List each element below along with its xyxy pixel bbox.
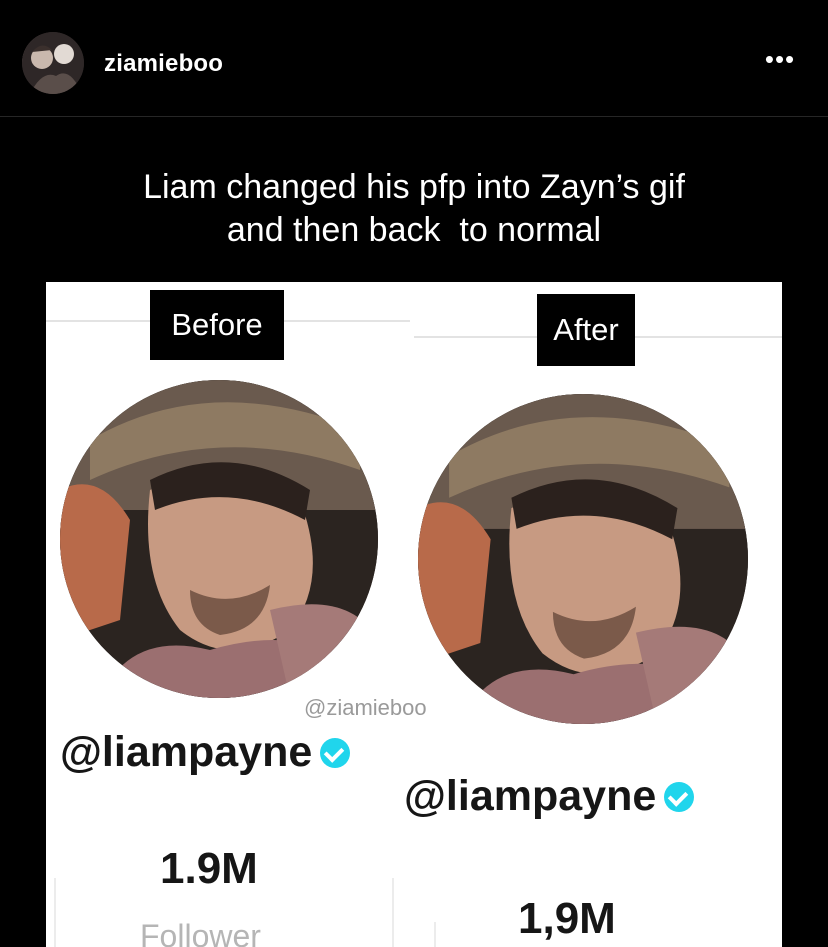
watermark: @ziamieboo — [304, 695, 427, 720]
more-horizontal-icon[interactable]: ••• — [760, 44, 800, 74]
before-follower-count: 1.9M — [160, 844, 258, 893]
portrait-photo — [60, 380, 378, 698]
before-handle: @liampayne — [60, 728, 313, 776]
avatar-photo — [22, 32, 84, 94]
after-profile-picture — [418, 394, 748, 724]
after-handle: @liampayne — [404, 772, 657, 820]
after-handle-row: @liampayne — [404, 772, 695, 821]
stat-divider-after — [434, 922, 436, 947]
post-caption: Liam changed his pfp into Zayn’s gif and… — [60, 166, 768, 252]
caption-line-1: Liam changed his pfp into Zayn’s gif — [143, 168, 685, 206]
post-username[interactable]: ziamieboo — [104, 50, 223, 78]
avatar[interactable] — [22, 32, 84, 94]
after-follower-count: 1,9M — [518, 894, 616, 943]
verified-badge-icon — [664, 781, 695, 812]
before-handle-row: @liampayne — [60, 728, 351, 777]
after-label: After — [537, 294, 635, 366]
post-header: ziamieboo ••• — [0, 0, 828, 116]
caption-line-2: and then back to normal — [226, 211, 602, 249]
stat-divider-middle — [392, 878, 394, 947]
post-image[interactable]: Before After @ziamieboo @liampayne @liam… — [46, 282, 782, 947]
portrait-photo — [418, 394, 748, 724]
verified-badge-icon — [320, 737, 351, 768]
before-label: Before — [150, 290, 284, 360]
stat-divider-left — [54, 878, 56, 947]
header-divider — [0, 116, 828, 117]
before-follower-label: Follower — [140, 918, 261, 947]
before-profile-picture — [60, 380, 378, 698]
